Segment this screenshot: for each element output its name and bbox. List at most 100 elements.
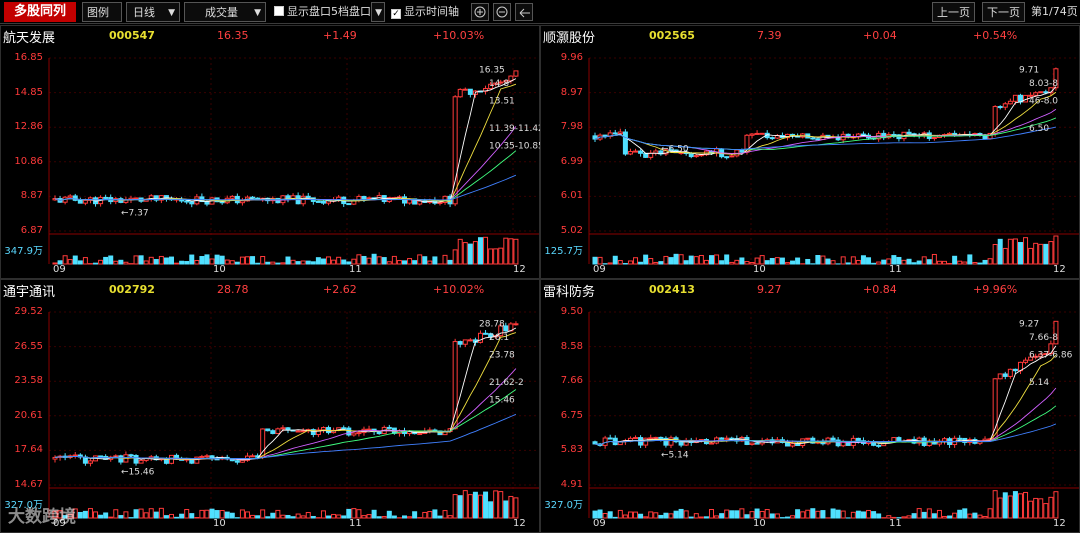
candlestick-chart[interactable]: 9.27 7.66-8 6.37-6.86 5.14 ←5.14 [541,280,1080,533]
watermark-logo: 大数跨境 [8,507,76,527]
price-annotation: 21.62-2 [489,378,524,388]
zoom-in-button[interactable] [471,3,489,21]
volume-bar [1023,237,1029,265]
show-timeaxis-checkbox[interactable]: ✓ 显示时间轴 [391,2,459,22]
volume-bar [376,256,382,265]
volume-bar [866,509,872,519]
candle-body [513,323,519,326]
volume-bar [977,514,983,519]
candle-body [790,443,796,447]
price-annotation: 26.1 [489,333,509,343]
price-annotation: 9.27 [1019,319,1039,329]
volume-bar [391,515,397,519]
volume-bar [503,500,509,519]
period-select[interactable]: 日线 ▼ [126,2,180,22]
volume-bar [860,255,866,265]
volume-bar [133,509,139,519]
volume-bar [169,513,174,519]
candle-body [250,455,256,458]
candle-body [133,454,139,464]
volume-bar [270,512,276,519]
volume-bar [123,261,129,265]
stock-panel[interactable]: 通宇通讯 002792 28.78 +2.62 +10.02% 29.52 26.55 23.… [0,279,540,533]
indicator-value: 成交量 [205,6,238,19]
volume-bar [280,514,286,519]
volume-bar [982,259,988,265]
volume-bar [764,260,770,265]
volume-bar [952,512,958,519]
volume-bar [508,495,514,519]
volume-bar [1017,242,1023,265]
candle-body [729,155,735,158]
candle-body [805,437,811,440]
zoom-out-button[interactable] [493,3,511,21]
volume-bar [234,261,240,265]
candle-body [320,200,326,204]
candle-body [992,378,998,440]
volume-bar [437,515,443,519]
indicator-select[interactable]: 成交量 ▼ [184,2,266,22]
chevron-down-icon: ▼ [168,8,175,18]
volume-bar [957,260,963,265]
candlestick-chart[interactable]: 28.78 26.1 23.78 21.62-2 15.46 ←15.46 [1,280,541,533]
volume-bar [381,516,387,519]
volume-bar [663,255,669,265]
candlestick-chart[interactable]: 16.35 14.8 13.51 11.39-11.42 10.35-10.85 ←7.3… [1,26,544,280]
candle-body [128,454,134,457]
volume-bar [108,516,114,519]
volume-bar [356,254,362,265]
volume-bar [422,256,428,265]
volume-bar [592,256,598,265]
stock-panel[interactable]: 顺灏股份 002565 7.39 +0.04 +0.54% 9.96 8.97 7.98 6.9… [540,25,1080,279]
legend-button[interactable]: 图例 ▦ [82,2,122,39]
candle-body [295,430,301,433]
back-button[interactable] [515,3,533,21]
volume-bar [967,513,973,519]
prev-page-button[interactable]: 上一页 [932,2,975,22]
volume-bar [52,262,58,265]
volume-bar [638,513,644,519]
stock-panel[interactable]: 雷科防务 002413 9.27 +0.84 +9.96% 9.50 8.58 7.66 6.7… [540,279,1080,533]
volume-bar [305,260,311,265]
volume-bar [508,238,514,265]
volume-bar [280,262,286,265]
volume-bar [698,516,704,519]
candle-body [1023,359,1029,363]
moving-average-line [54,368,517,460]
volume-bar [952,255,958,265]
volume-bar [805,258,811,265]
price-annotation: 16.35 [479,65,505,75]
volume-bar [855,259,861,265]
next-page-button[interactable]: 下一页 [982,2,1025,22]
volume-bar [866,257,872,265]
volume-bar [1002,492,1008,519]
volume-bar [194,259,200,265]
volume-bar [617,260,623,265]
price-annotation: 6.50 [1029,124,1049,134]
candlestick-chart[interactable]: 9.71 8.03-8 46-8.0 6.50 ←6.50 [541,26,1080,280]
volume-bar [693,513,699,519]
volume-bar [143,512,149,519]
volume-bar [850,256,856,265]
volume-bar [87,508,93,519]
volume-bar [597,256,603,265]
candle-body [622,131,628,155]
volume-bar [947,515,953,519]
volume-bar [784,516,790,519]
volume-bar [98,514,104,519]
candle-body [82,199,88,204]
candle-body [855,437,861,442]
volume-bar [457,495,463,519]
stock-panel[interactable]: 航天发展 000547 16.35 +1.49 +10.03% 16.85 14.85 12.… [0,25,544,280]
candle-body [386,426,392,429]
candle-body [627,151,633,155]
volume-bar [498,491,504,519]
checkbox-checked-icon: ✓ [391,9,401,19]
volume-bar [693,256,699,265]
candle-body [361,195,367,200]
volume-bar [310,515,316,519]
volume-bar [250,514,256,519]
show-level5-checkbox[interactable]: 显示盘口5档盘口 [274,2,371,22]
volume-bar [407,258,413,265]
level5-dropdown[interactable]: ▼ [371,2,385,22]
